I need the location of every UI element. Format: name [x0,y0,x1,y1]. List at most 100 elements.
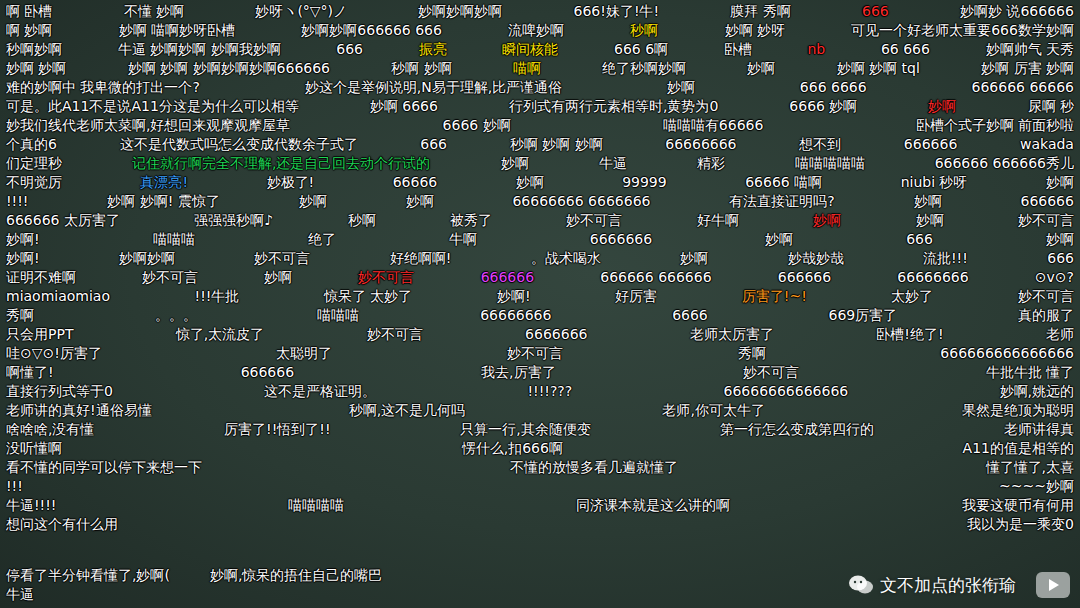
danmaku-comment: 妙极了! [267,173,315,192]
danmaku-comment: 只会用PPT [6,325,73,344]
danmaku-comment: 66666666666666 [724,382,849,401]
danmaku-comment: ⊙v⊙? [1035,268,1074,287]
danmaku-comment: 有法直接证明吗? [729,192,834,211]
danmaku-comment: 妙啊 妙啊 妙啊妙啊妙啊666666 [128,59,330,78]
watermark: 文不加点的张衔瑜 [844,570,1074,604]
danmaku-comment: 啥啥啥,没有懂 [6,420,94,439]
danmaku-comment: A11的值是相等的 [963,439,1074,458]
danmaku-lane: 难的妙啊中 我卑微的打出一个?妙这个是举例说明,N易于理解,比严谨通俗妙啊666… [6,78,1074,97]
danmaku-comment: 6666666 [525,325,587,344]
danmaku-comment: 66666666 [480,306,551,325]
danmaku-comment: 老师,你可太牛了 [662,401,764,420]
danmaku-comment: 妙不可言 [566,211,622,230]
danmaku-comment: 妙啊 [747,59,775,78]
danmaku-lane: 没听懂啊愣什么,扣666啊A11的值是相等的 [6,439,1074,458]
danmaku-comment: 666 [336,40,363,59]
danmaku-comment: 妙啊 [667,78,695,97]
danmaku-comment: 妙啊 [516,173,544,192]
danmaku-comment: 喵喵喵 [317,306,359,325]
danmaku-lane: 秀啊。。。喵喵喵666666666666669厉害了真的服了 [6,306,1074,325]
danmaku-comment: 妙啊! [6,230,40,249]
danmaku-comment: 真漂亮! [140,173,188,192]
video-badge[interactable] [1036,572,1070,598]
danmaku-comment: 这不是严格证明。 [264,382,376,401]
danmaku-comment: 尿啊 秒 [1028,97,1074,116]
danmaku-comment: 记住就行啊完全不理解,还是自己回去动个行试的 [132,154,430,173]
danmaku-comment: ~~~~妙啊 [999,477,1074,496]
danmaku-comment: 妙啊,姚远的 [1000,382,1074,401]
danmaku-comment: 666666 666666秀儿 [935,154,1074,173]
danmaku-comment: 秒啊,这不是几何吗 [349,401,465,420]
play-icon [1046,578,1060,592]
danmaku-comment: 哇⊙▽⊙!厉害了 [6,344,102,363]
danmaku-comment: 666666 [1020,192,1073,211]
danmaku-comment: !!!! [6,192,28,211]
danmaku-comment: 秒啊 [348,211,376,230]
danmaku-comment: 666 [906,230,933,249]
danmaku-comment: 妙啊 [680,249,708,268]
danmaku-comment: 666666 [481,268,534,287]
danmaku-comment: 被秀了 [450,211,492,230]
danmaku-comment: 。。。 [155,306,197,325]
danmaku-comment: 牛逼 [6,585,34,604]
danmaku-lane: 妙啊!妙啊妙啊妙不可言好绝啊啊!。战术喝水妙啊妙哉妙哉流批!!!666 [6,249,1074,268]
danmaku-comment: 妙不可言 [1018,287,1074,306]
danmaku-comment: 妙啊帅气 天秀 [986,40,1074,59]
video-frame[interactable]: 啊 卧槽不懂 妙啊妙呀ヽ(°▽°)ノ妙啊妙啊妙啊666!妹了!牛!膜拜 秀啊66… [0,0,1080,608]
danmaku-comment: 牛啊 [449,230,477,249]
danmaku-comment: 66666666 6666666 [512,192,650,211]
danmaku-comment: 妙啊 6666 [370,97,438,116]
danmaku-comment: 停看了半分钟看懂了,妙啊( [6,566,170,585]
danmaku-comment: 只算一行,其余随便变 [460,420,590,439]
danmaku-comment: 妙啊妙啊妙啊 [418,2,502,21]
danmaku-comment: 妙啊 [406,192,434,211]
danmaku-comment: 可见一个好老师太重要666数学妙啊 [851,21,1074,40]
danmaku-comment: 啊 妙啊 [6,21,52,40]
danmaku-comment: 妙啊 [1046,230,1074,249]
danmaku-comment: 秒啊妙啊 [6,40,62,59]
danmaku-comment: 妙啊 [914,192,942,211]
danmaku-comment: 喵喵喵喵喵 [795,154,865,173]
danmaku-comment: 99999 [622,173,667,192]
danmaku-comment: 6666 [672,306,708,325]
danmaku-comment: 们定理秒 [6,154,62,173]
danmaku-comment: 666 [862,2,889,21]
danmaku-comment: 66666 [393,173,438,192]
danmaku-comment: 个真的6 [6,135,57,154]
danmaku-lane: 直接行列式等于0这不是严格证明。!!!!???66666666666666妙啊,… [6,382,1074,401]
danmaku-comment: 66666 喵啊 [745,173,822,192]
danmaku-comment: 妙啊 妙啊! 震惊了 [107,192,220,211]
danmaku-comment: 老师讲的真好!通俗易懂 [6,401,152,420]
danmaku-comment: 同济课本就是这么讲的啊 [576,496,730,515]
danmaku-comment: 好厉害 [615,287,657,306]
danmaku-comment: 惊呆了 太妙了 [324,287,412,306]
danmaku-comment: 太妙了 [891,287,933,306]
danmaku-comment: 精彩 [697,154,725,173]
danmaku-comment: 妙呀ヽ(°▽°)ノ [255,2,347,21]
danmaku-comment: 。战术喝水 [531,249,601,268]
danmaku-comment: 666!妹了!牛! [574,2,660,21]
danmaku-comment: 啊懂了! [6,363,54,382]
danmaku-comment: 牛逼!!!! [6,496,56,515]
danmaku-lane: 证明不难啊妙不可言妙啊妙不可言666666666666 666666666666… [6,268,1074,287]
danmaku-comment: 喵喵喵 [153,230,195,249]
danmaku-comment: 妙啊 妙啊 [6,59,66,78]
danmaku-comment: !!! [6,477,23,496]
danmaku-comment: 666666666666666 [940,344,1074,363]
danmaku-comment: 妙不可言 [743,363,799,382]
danmaku-lane: 可是。此A11不是说A11分这是为什么可以相等妙啊 6666行列式有两行元素相等… [6,97,1074,116]
danmaku-comment: 666666 [778,268,831,287]
danmaku-lane: 看不懂的同学可以停下来想一下不懂的放慢多看几遍就懂了懂了懂了,太喜 [6,458,1074,477]
danmaku-lane: 个真的6这不是代数式吗怎么变成代数余子式了666秒啊 妙啊 妙啊66666666… [6,135,1074,154]
danmaku-comment: 666666 666666 [600,268,711,287]
danmaku-comment: 太聪明了 [276,344,332,363]
danmaku-comment: 妙哉妙哉 [788,249,844,268]
danmaku-comment: 秒啊 [630,21,658,40]
danmaku-comment: 妙啊 喵啊妙呀卧槽 [119,21,235,40]
danmaku-comment: 牛逼 妙啊妙啊 妙啊我妙啊 [118,40,281,59]
danmaku-lane: 666666 太厉害了强强强秒啊♪秒啊被秀了妙不可言好牛啊妙啊妙啊妙不可言 [6,211,1074,230]
danmaku-comment: 666 [420,135,447,154]
danmaku-lane: 只会用PPT惊了,太流皮了妙不可言6666666老师太厉害了卧槽!绝了!老师 [6,325,1074,344]
danmaku-comment: 行列式有两行元素相等时,黄势为0 [509,97,718,116]
danmaku-comment: 难的妙啊中 我卑微的打出一个? [6,78,200,97]
